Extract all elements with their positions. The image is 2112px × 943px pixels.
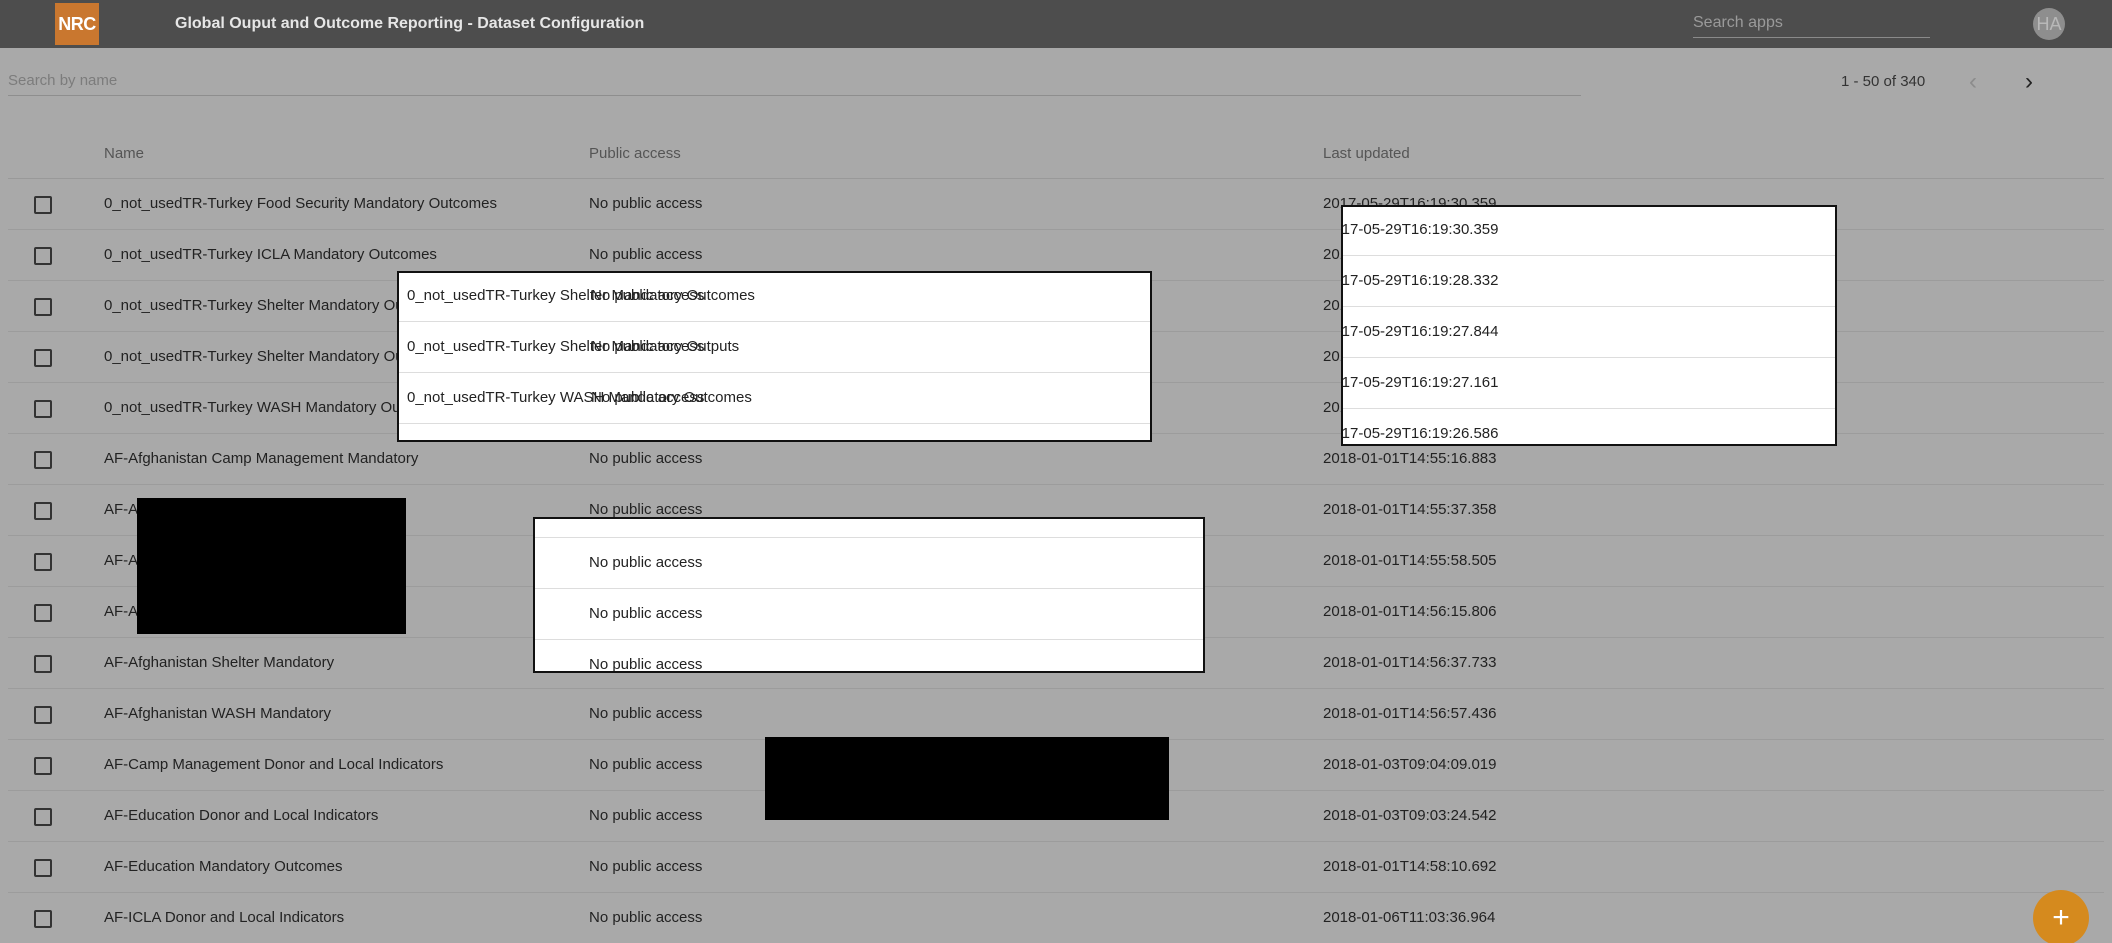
chevron-left-icon[interactable]: ‹ bbox=[1959, 68, 1987, 96]
dataset-name: AF-ICLA Donor and Local Indicators bbox=[104, 909, 345, 926]
table-header: Name Public access Last updated bbox=[8, 128, 2104, 179]
public-access-value: No public access bbox=[591, 389, 705, 406]
row-checkbox[interactable] bbox=[34, 706, 52, 724]
table-row[interactable]: 2017-05-29T16:19:30.359 bbox=[1341, 207, 1835, 256]
public-access-value: No public access bbox=[589, 756, 703, 773]
public-access-value: No public access bbox=[589, 656, 703, 673]
row-checkbox[interactable] bbox=[34, 196, 52, 214]
column-header-public-access[interactable]: Public access bbox=[589, 145, 681, 162]
last-updated-value: 2017-05-29T16:19:27.161 bbox=[1341, 374, 1499, 391]
public-access-value: No public access bbox=[589, 450, 703, 467]
row-checkbox[interactable] bbox=[34, 247, 52, 265]
dataset-name: AF-A bbox=[104, 603, 139, 620]
user-avatar[interactable]: HA bbox=[2033, 8, 2065, 40]
app-title: Global Ouput and Outcome Reporting - Dat… bbox=[175, 15, 645, 32]
last-updated-value: 2018-01-01T14:58:10.692 bbox=[1323, 858, 1497, 875]
dataset-name: AF-Camp Management Donor and Local Indic… bbox=[104, 756, 444, 773]
row-checkbox[interactable] bbox=[34, 757, 52, 775]
table-row[interactable]: No public access bbox=[535, 589, 1203, 640]
last-updated-value: 2017-05-29T16:19:26.586 bbox=[1341, 425, 1499, 442]
table-row[interactable]: 2017-05-29T16:19:27.844 bbox=[1343, 307, 1835, 358]
public-access-value: No public access bbox=[589, 909, 703, 926]
table-row[interactable]: AF-ICLA Donor and Local Indicators No pub… bbox=[8, 893, 2104, 943]
last-updated-value: 2018-01-03T09:03:24.542 bbox=[1323, 807, 1497, 824]
last-updated-value: 2018-01-01T14:56:37.733 bbox=[1323, 654, 1497, 671]
highlight-region-dates: 2017-05-29T16:19:30.359 2017-05-29T16:19… bbox=[1341, 205, 1837, 446]
chevron-right-icon[interactable]: › bbox=[2015, 68, 2043, 96]
search-apps-input[interactable] bbox=[1693, 8, 1930, 38]
public-access-value: No public access bbox=[589, 246, 703, 263]
last-updated-value: 2018-01-01T14:56:15.806 bbox=[1323, 603, 1497, 620]
dataset-name: AF-Afghanistan Shelter Mandatory bbox=[104, 654, 335, 671]
dataset-name: AF-Afghanistan Camp Management Mandatory bbox=[104, 450, 419, 467]
dataset-name: 0_not_usedTR-Turkey Shelter Mandatory Ou… bbox=[104, 348, 437, 365]
table-row[interactable]: AF-Afghanistan WASH Mandatory No public a… bbox=[8, 689, 2104, 740]
public-access-value: No public access bbox=[591, 287, 705, 304]
public-access-value: No public access bbox=[589, 519, 702, 520]
last-updated-value: 2017-05-29T16:19:30.359 bbox=[1341, 221, 1499, 238]
search-by-name-input[interactable] bbox=[8, 66, 1581, 96]
dataset-name: AF-Education Mandatory Outcomes bbox=[104, 858, 343, 875]
public-access-value: No public access bbox=[589, 807, 703, 824]
redaction-block bbox=[137, 498, 406, 634]
row-checkbox[interactable] bbox=[34, 859, 52, 877]
table-row[interactable]: 2017-05-29T16:19:27.161 bbox=[1343, 358, 1835, 409]
table-row[interactable]: No public access bbox=[535, 640, 1203, 673]
last-updated-value: 2018-01-01T14:55:58.505 bbox=[1323, 552, 1497, 569]
row-checkbox[interactable] bbox=[34, 604, 52, 622]
add-dataset-button[interactable]: + bbox=[2033, 890, 2089, 943]
column-header-last-updated[interactable]: Last updated bbox=[1323, 145, 1410, 162]
row-checkbox[interactable] bbox=[34, 553, 52, 571]
table-row[interactable]: No public access bbox=[535, 538, 1203, 589]
last-updated-value: 2018-01-03T09:04:09.019 bbox=[1323, 756, 1497, 773]
table-row[interactable]: 2017-05-29T16:19:28.332 bbox=[1343, 256, 1835, 307]
redaction-block bbox=[765, 737, 1169, 820]
row-checkbox[interactable] bbox=[34, 349, 52, 367]
last-updated-value: 2017-05-29T16:19:28.332 bbox=[1341, 272, 1499, 289]
table-row[interactable]: 0_not_usedTR-Turkey WASH Mandatory Outco… bbox=[399, 373, 1150, 424]
public-access-value: No public access bbox=[591, 338, 705, 355]
public-access-value: No public access bbox=[589, 705, 703, 722]
dataset-name: 0_not_usedTR-Turkey Food Security Mandat… bbox=[104, 195, 497, 212]
dataset-name: AF-A bbox=[104, 552, 139, 569]
row-checkbox[interactable] bbox=[34, 502, 52, 520]
table-row[interactable]: 0_not_usedTR-Turkey Shelter Mandatory Ou… bbox=[399, 322, 1150, 373]
last-updated-value: 2018-01-01T14:56:57.436 bbox=[1323, 705, 1497, 722]
table-row[interactable]: 0_not_usedTR-Turkey Shelter Mandatory Ou… bbox=[399, 273, 1150, 322]
add-icon: + bbox=[2052, 901, 2070, 934]
row-checkbox[interactable] bbox=[34, 910, 52, 928]
public-access-value: No public access bbox=[589, 605, 703, 622]
table-row[interactable]: 2017-05-29T16:19:26.586 bbox=[1341, 409, 1835, 444]
table-row[interactable]: AF-Education Mandatory Outcomes No public… bbox=[8, 842, 2104, 893]
highlight-region-access: No public access No public access No pub… bbox=[533, 517, 1205, 673]
pagination-range: 1 - 50 of 340 bbox=[1841, 73, 1926, 90]
dataset-name: AF-Education Donor and Local Indicators bbox=[104, 807, 379, 824]
row-checkbox[interactable] bbox=[34, 808, 52, 826]
row-checkbox[interactable] bbox=[34, 298, 52, 316]
public-access-value: No public access bbox=[589, 858, 703, 875]
public-access-value: No public access bbox=[589, 554, 703, 571]
nrc-logo[interactable]: NRC bbox=[55, 3, 99, 45]
column-header-name[interactable]: Name bbox=[104, 145, 144, 162]
public-access-value: No public access bbox=[589, 195, 703, 212]
last-updated-value: 2017-05-29T16:19:27.844 bbox=[1341, 323, 1499, 340]
dataset-name: AF-A bbox=[104, 501, 139, 518]
row-checkbox[interactable] bbox=[34, 451, 52, 469]
app-header-bar: NRC Global Ouput and Outcome Reporting -… bbox=[0, 0, 2112, 48]
public-access-value: No public access bbox=[589, 501, 703, 518]
table-row[interactable]: No public access bbox=[535, 519, 1203, 538]
last-updated-value: 2018-01-06T11:03:36.964 bbox=[1323, 909, 1496, 926]
last-updated-value: 2018-01-01T14:55:16.883 bbox=[1323, 450, 1497, 467]
dataset-name: 0_not_usedTR-Turkey ICLA Mandatory Outco… bbox=[104, 246, 437, 263]
row-checkbox[interactable] bbox=[34, 655, 52, 673]
last-updated-value: 2018-01-01T14:55:37.358 bbox=[1323, 501, 1497, 518]
dataset-name: AF-Afghanistan WASH Mandatory bbox=[104, 705, 332, 722]
row-checkbox[interactable] bbox=[34, 400, 52, 418]
highlight-region-names: 0_not_usedTR-Turkey Shelter Mandatory Ou… bbox=[397, 271, 1152, 442]
